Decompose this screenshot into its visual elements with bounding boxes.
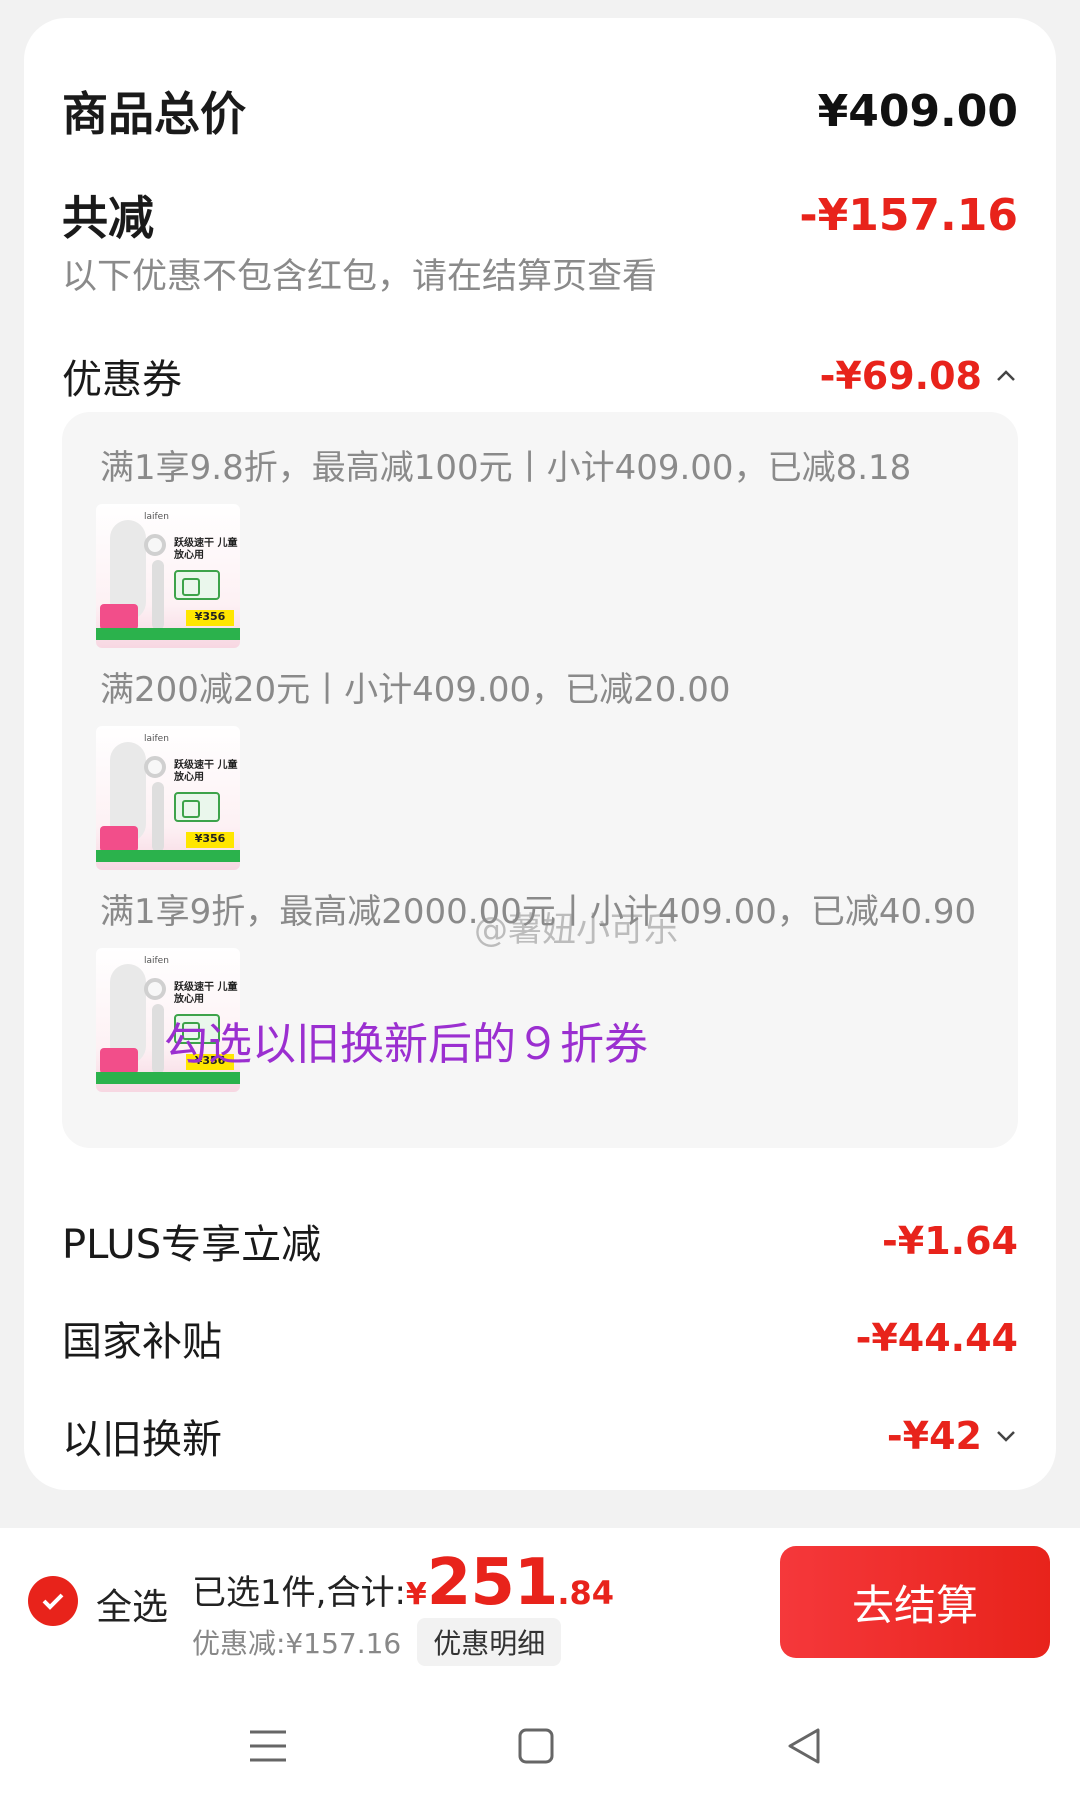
select-all-label[interactable]: 全选 (96, 1578, 168, 1630)
total-price-row: 商品总价 ¥409.00 (62, 66, 1018, 156)
chevron-up-icon[interactable] (994, 364, 1018, 388)
chevron-down-icon[interactable] (994, 1424, 1018, 1448)
system-nav-bar (0, 1676, 1080, 1810)
sum-decimal: .84 (557, 1574, 615, 1612)
total-price-amount: ¥409.00 (817, 85, 1018, 137)
price-detail-card: 商品总价 ¥409.00 共减 -¥157.16 以下优惠不包含红包，请在结算页… (24, 18, 1056, 1490)
home-icon[interactable] (506, 1716, 566, 1776)
back-icon[interactable] (774, 1716, 834, 1776)
annotation-text: 勾选以旧换新后的９折券 (164, 1019, 648, 1070)
trade-in-amount: -¥42 (886, 1414, 982, 1458)
select-all-checkbox[interactable] (28, 1576, 78, 1626)
sum-integer: 251 (426, 1546, 559, 1620)
coupon-item-text: 满200减20元丨小计409.00，已减20.00 (100, 670, 731, 710)
subsidy-label: 国家补贴 (62, 1319, 222, 1365)
discount-line: 优惠减:¥157.16 优惠明细 (192, 1618, 562, 1666)
total-price-label: 商品总价 (62, 87, 246, 141)
checkout-bar: 全选 已选1件,合计: ¥ 251 .84 优惠减:¥157.16 优惠明细 去… (0, 1528, 1080, 1676)
watermark: @薯妞小可乐 (474, 910, 678, 950)
trade-in-label: 以旧换新 (62, 1417, 222, 1463)
sum-label: 已选1件,合计: (192, 1573, 406, 1613)
checkout-button[interactable]: 去结算 (780, 1546, 1050, 1658)
subsidy-amount: -¥44.44 (855, 1316, 1018, 1360)
discount-note: 以下优惠不包含红包，请在结算页查看 (62, 257, 658, 297)
discount-detail-button[interactable]: 优惠明细 (417, 1618, 562, 1666)
total-reduce-row: 共减 -¥157.16 (62, 170, 1018, 260)
plus-discount-row: PLUS专享立减 -¥1.64 (62, 1201, 1018, 1281)
coupon-row[interactable]: 优惠券 -¥69.08 (62, 336, 1018, 416)
total-reduce-amount: -¥157.16 (799, 189, 1018, 241)
coupon-amount: -¥69.08 (819, 354, 982, 398)
total-reduce-label: 共减 (62, 191, 154, 245)
coupon-label: 优惠券 (62, 357, 182, 403)
plus-discount-amount: -¥1.64 (882, 1219, 1018, 1263)
subsidy-row: 国家补贴 -¥44.44 (62, 1298, 1018, 1378)
menu-icon[interactable] (238, 1716, 298, 1776)
check-icon (42, 1593, 64, 1610)
product-thumbnail: laifen 跃级速干 儿童放心用 ¥356 (96, 726, 240, 870)
sum-line: 已选1件,合计: ¥ 251 .84 (192, 1546, 614, 1620)
plus-discount-label: PLUS专享立减 (62, 1222, 322, 1268)
discount-total: 优惠减:¥157.16 (192, 1627, 402, 1660)
coupon-item-text: 满1享9.8折，最高减100元丨小计409.00，已减8.18 (100, 448, 912, 488)
trade-in-row[interactable]: 以旧换新 -¥42 (62, 1396, 1018, 1476)
sum-currency: ¥ (405, 1577, 427, 1612)
product-thumbnail: laifen 跃级速干 儿童放心用 ¥356 (96, 504, 240, 648)
